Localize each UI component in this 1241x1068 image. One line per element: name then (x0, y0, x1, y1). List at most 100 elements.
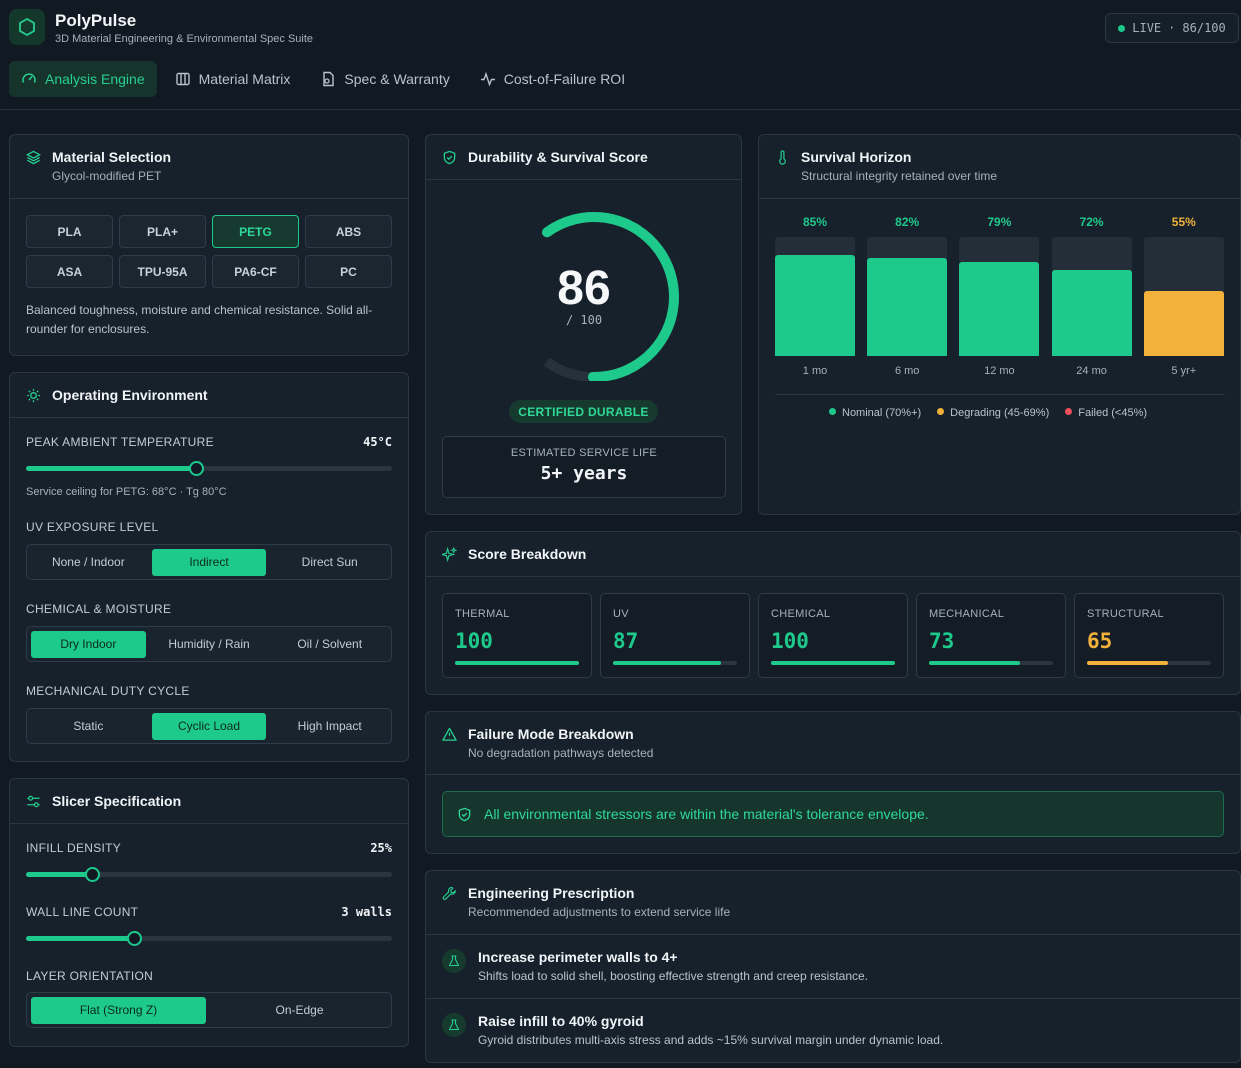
breakdown-fill (771, 661, 895, 665)
uv-option-direct-sun[interactable]: Direct Sun (272, 549, 387, 576)
app-subtitle: 3D Material Engineering & Environmental … (55, 33, 314, 45)
material-option-petg[interactable]: PETG (212, 215, 299, 248)
chem-option-oil-solvent[interactable]: Oil / Solvent (272, 631, 387, 658)
breakdown-card-title: Score Breakdown (468, 546, 587, 562)
shield-check-icon (458, 807, 471, 821)
temperature-label: PEAK AMBIENT TEMPERATURE (26, 435, 214, 449)
material-option-pla[interactable]: PLA (26, 215, 113, 248)
material-selection-card: Material Selection Glycol-modified PET P… (9, 134, 409, 356)
mech-option-cyclic-load[interactable]: Cyclic Load (151, 712, 267, 740)
mech-option-high-impact[interactable]: High Impact (272, 713, 387, 740)
service-life-box: ESTIMATED SERVICE LIFE 5+ years (442, 436, 726, 498)
material-card-subtitle: Glycol-modified PET (52, 169, 162, 183)
uv-option-none-indoor[interactable]: None / Indoor (31, 549, 146, 576)
operating-environment-card: Operating Environment PEAK AMBIENT TEMPE… (9, 372, 409, 762)
card-divider (426, 576, 1240, 577)
live-dot-icon (1118, 24, 1126, 32)
bar-value-label: 55% (1171, 215, 1196, 229)
infill-density-slider[interactable] (26, 867, 392, 882)
bar-value-label: 72% (1079, 215, 1104, 229)
material-option-pla-plus[interactable]: PLA+ (119, 215, 206, 248)
material-option-tpu[interactable]: TPU-95A (119, 255, 206, 288)
card-divider (10, 823, 408, 824)
header-divider (0, 109, 1241, 110)
columns-icon (175, 72, 190, 86)
survival-bar-chart: 85% 1 mo 82% 6 mo 79% 12 mo 72% 24 mo 55% 5 yr+ (775, 215, 1235, 385)
temperature-slider[interactable] (26, 461, 392, 476)
material-card-title: Material Selection (52, 149, 172, 165)
material-option-abs[interactable]: ABS (305, 215, 392, 248)
legend-item-failed: Failed (<45%) (1065, 407, 1147, 419)
bar-track (867, 237, 948, 356)
prescription-desc: Gyroid distributes multi-axis stress and… (478, 1033, 944, 1047)
prescription-card-subtitle: Recommended adjustments to extend servic… (468, 905, 731, 919)
prescription-title: Increase perimeter walls to 4+ (478, 949, 678, 965)
uv-exposure-label: UV EXPOSURE LEVEL (26, 520, 159, 534)
prescription-item: Raise infill to 40% gyroid Gyroid distri… (442, 1013, 1222, 1053)
horizon-card-title: Survival Horizon (801, 149, 912, 165)
prescription-item: Increase perimeter walls to 4+ Shifts lo… (442, 949, 1222, 989)
infill-slider-handle[interactable] (84, 867, 100, 882)
material-option-pa6-cf[interactable]: PA6-CF (212, 255, 299, 288)
tab-label: Analysis Engine (45, 71, 145, 87)
breakdown-label: STRUCTURAL (1087, 608, 1164, 620)
infill-density-value: 25% (370, 841, 392, 855)
infill-density-label: INFILL DENSITY (26, 841, 122, 855)
wrench-icon (442, 886, 456, 900)
card-divider (426, 179, 741, 180)
mech-option-static[interactable]: Static (31, 713, 146, 740)
sparkles-icon (442, 547, 457, 562)
card-divider (759, 198, 1240, 199)
failure-mode-card: Failure Mode Breakdown No degradation pa… (425, 711, 1241, 854)
main-nav: Analysis Engine Material Matrix Spec & W… (9, 61, 637, 97)
card-divider (10, 417, 408, 418)
material-option-pc[interactable]: PC (305, 255, 392, 288)
uv-option-indirect[interactable]: Indirect (151, 548, 267, 576)
breakdown-uv: UV 87 (600, 593, 750, 678)
tab-label: Material Matrix (198, 71, 291, 87)
material-description: Balanced toughness, moisture and chemica… (26, 303, 373, 336)
material-option-asa[interactable]: ASA (26, 255, 113, 288)
durability-score-card: Durability & Survival Score 86 / 100 CER… (425, 134, 742, 515)
live-label: LIVE (1132, 21, 1162, 35)
card-divider (426, 934, 1240, 935)
bar (775, 254, 855, 356)
card-divider (426, 774, 1240, 775)
breakdown-label: UV (613, 608, 629, 620)
chem-option-humidity-rain[interactable]: Humidity / Rain (152, 631, 267, 658)
breakdown-value: 87 (613, 629, 639, 653)
breakdown-structural: STRUCTURAL 65 (1074, 593, 1224, 678)
legend-label: Failed (<45%) (1078, 407, 1148, 419)
infill-slider-fill (26, 872, 92, 877)
item-divider (426, 998, 1240, 999)
orient-option-on-edge[interactable]: On-Edge (212, 997, 387, 1024)
flask-icon (442, 949, 466, 973)
legend-dot-degrading (937, 408, 945, 415)
walls-slider-handle[interactable] (126, 931, 142, 946)
bar-value-label: 79% (987, 215, 1012, 229)
tab-cost-of-failure[interactable]: Cost-of-Failure ROI (468, 61, 637, 97)
chem-option-dry-indoor[interactable]: Dry Indoor (31, 630, 146, 658)
tab-spec-warranty[interactable]: Spec & Warranty (308, 61, 461, 97)
layer-orientation-label: LAYER ORIENTATION (26, 969, 154, 983)
bar-category-label: 6 mo (894, 365, 920, 377)
warning-triangle-icon (442, 727, 457, 741)
bar-category-label: 12 mo (984, 365, 1015, 377)
layers-icon (26, 150, 41, 165)
orient-option-flat[interactable]: Flat (Strong Z) (31, 996, 206, 1024)
breakdown-value: 65 (1087, 629, 1113, 653)
horizon-legend: Nominal (70%+) Degrading (45-69%) Failed… (829, 407, 1147, 419)
app-title: PolyPulse (55, 11, 137, 30)
thermometer-icon (779, 150, 786, 165)
legend-dot-nominal (829, 408, 836, 415)
uv-exposure-selector: None / Indoor Indirect Direct Sun (26, 544, 392, 580)
wall-line-count-slider[interactable] (26, 931, 392, 946)
score-card-title: Durability & Survival Score (468, 149, 648, 165)
tab-material-matrix[interactable]: Material Matrix (163, 61, 303, 97)
legend-item-degrading: Degrading (45-69%) (937, 407, 1049, 419)
tab-analysis-engine[interactable]: Analysis Engine (9, 61, 157, 97)
horizon-card-subtitle: Structural integrity retained over time (801, 169, 998, 183)
temperature-slider-handle[interactable] (189, 461, 205, 476)
breakdown-fill (613, 661, 721, 665)
sun-icon (26, 388, 41, 403)
